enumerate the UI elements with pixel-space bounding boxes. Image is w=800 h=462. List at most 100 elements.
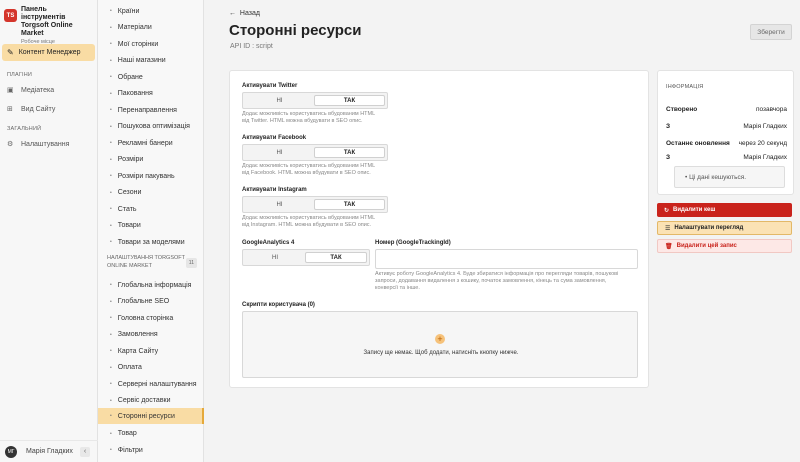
bullet-icon: • xyxy=(110,74,112,80)
settings-group-label: НАЛАШТУВАННЯ TORGSOFT ONLINE MARKET xyxy=(107,255,185,269)
user-scripts-label: Скрипти користувача (0) xyxy=(242,302,315,308)
twitter-hint: Додає можливість користуватись вбудовани… xyxy=(242,111,376,124)
bullet-icon: • xyxy=(110,239,112,245)
api-id: API ID : script xyxy=(230,43,273,50)
instagram-hint: Додає можливість користуватись вбудовани… xyxy=(242,215,376,228)
settings-group-header[interactable]: НАЛАШТУВАННЯ TORGSOFT ONLINE MARKET 11 xyxy=(107,254,197,270)
submenu-item[interactable]: • Глобальна інформація xyxy=(98,277,204,293)
image-icon: ▣ xyxy=(7,87,14,94)
back-label: Назад xyxy=(239,10,260,17)
avatar: МГ xyxy=(5,445,17,458)
submenu-item[interactable]: • Обране xyxy=(98,69,204,85)
plus-icon: + xyxy=(437,334,443,344)
bullet-icon: • xyxy=(110,298,112,305)
submenu-item[interactable]: • Глобальне SEO xyxy=(98,294,204,310)
bullet-icon: • xyxy=(110,90,112,97)
configure-view-button[interactable]: ☰ Налаштувати перегляд xyxy=(657,221,792,235)
submenu-item[interactable]: • Сезони xyxy=(98,185,204,201)
submenu-item[interactable]: • Паковання xyxy=(98,86,204,102)
submenu-item[interactable]: • Розміри xyxy=(98,152,204,168)
bullet-icon: • xyxy=(110,140,112,146)
app-logo: TS xyxy=(4,9,17,22)
bullet-icon: • xyxy=(110,331,112,338)
submenu-item[interactable]: • Товари xyxy=(98,218,204,234)
submenu-item[interactable]: • Розміри пакувань xyxy=(98,168,204,184)
save-button[interactable]: Зберегти xyxy=(750,24,792,40)
arrow-left-icon: ← xyxy=(229,10,236,17)
gear-icon: ⚙ xyxy=(7,141,14,148)
bullet-icon: • xyxy=(110,156,112,163)
submenu-item[interactable]: • Рекламні банери xyxy=(98,135,204,151)
submenu-item[interactable]: • Матеріали xyxy=(98,20,204,36)
submenu-item[interactable]: • Наші магазини xyxy=(98,53,204,69)
delete-record-button[interactable]: 🗑 Видалити цей запис xyxy=(657,239,792,253)
main-sidebar: TS Панель інструментів Torgsoft Online M… xyxy=(0,0,98,462)
info-row-created: Створено позавчора xyxy=(666,106,787,113)
refresh-icon: ↻ xyxy=(664,207,670,214)
ga4-toggle-no[interactable]: НІ xyxy=(245,252,305,263)
feather-icon: ✎ xyxy=(7,48,14,57)
submenu-item[interactable]: • Фільтри xyxy=(98,442,204,458)
edit-form: Активувати Twitter НІ ТАК Додає можливіс… xyxy=(229,70,649,388)
bullet-icon: • xyxy=(110,430,112,437)
bullet-icon: • xyxy=(110,397,112,404)
tracking-id-label: Номер (GoogleTrackingId) xyxy=(375,240,451,246)
plugins-section-label: ПЛАГІНИ xyxy=(7,72,33,78)
user-profile[interactable]: МГ Марія Гладких ‹ xyxy=(0,440,98,462)
nav-media-library[interactable]: ▣ Медіатека xyxy=(0,83,97,97)
cache-note: • Ці дані кешуються. xyxy=(674,166,785,188)
delete-cache-button[interactable]: ↻ Видалити кеш xyxy=(657,203,792,217)
user-name: Марія Гладких xyxy=(26,448,73,455)
instagram-toggle-yes[interactable]: ТАК xyxy=(314,199,385,210)
main-content: ← Назад Сторонні ресурси API ID : script… xyxy=(204,0,800,462)
submenu-item[interactable]: • Країни xyxy=(98,3,204,19)
submenu-item[interactable]: • Оплата xyxy=(98,360,204,376)
bullet-icon: • xyxy=(110,364,112,371)
bullet-icon: • xyxy=(110,413,112,419)
back-link[interactable]: ← Назад xyxy=(229,10,260,17)
collapse-sidebar-button[interactable]: ‹ xyxy=(80,446,90,457)
bullet-icon: • xyxy=(110,41,112,47)
nav-site-view[interactable]: ⊞ Вид Сайту xyxy=(0,102,97,116)
ga4-toggle-yes[interactable]: ТАК xyxy=(305,252,367,263)
add-script-button[interactable]: + xyxy=(435,334,445,344)
bullet-icon: • xyxy=(110,8,112,14)
twitter-toggle-no[interactable]: НІ xyxy=(245,95,314,106)
bullet-icon: • xyxy=(110,189,112,196)
submenu-item[interactable]: • Стать xyxy=(98,201,204,217)
bullet-icon: • xyxy=(110,206,112,212)
tracking-id-input[interactable] xyxy=(375,249,638,269)
submenu-item[interactable]: • Карта Сайту xyxy=(98,343,204,359)
submenu-item[interactable]: • Замовлення xyxy=(98,327,204,343)
app-subtitle: Робоче місце xyxy=(21,39,55,45)
twitter-toggle-yes[interactable]: ТАК xyxy=(314,95,385,106)
submenu-item[interactable]: • Сервіс доставки xyxy=(98,393,204,409)
nav-settings[interactable]: ⚙ Налаштування xyxy=(0,137,97,151)
group-count-badge: 11 xyxy=(185,258,197,268)
nav-content-manager[interactable]: ✎ Контент Менеджер xyxy=(2,44,95,61)
submenu-item[interactable]: • Пошукова оптимізація xyxy=(98,119,204,135)
submenu-item[interactable]: • Товари за моделями xyxy=(98,234,204,250)
submenu-item[interactable]: • Товар xyxy=(98,426,204,442)
facebook-label: Активувати Facebook xyxy=(242,135,307,141)
submenu-item-active[interactable]: • Сторонні ресурси xyxy=(98,408,204,424)
info-header: ІНФОРМАЦІЯ xyxy=(666,84,704,90)
instagram-toggle-no[interactable]: НІ xyxy=(245,199,314,210)
instagram-label: Активувати Instagram xyxy=(242,187,307,193)
chevron-left-icon: ‹ xyxy=(83,448,87,455)
app-title-line2: Torgsoft Online Market xyxy=(21,22,73,37)
nav-site-view-label: Вид Сайту xyxy=(21,105,56,113)
submenu-item[interactable]: • Серверні налаштування xyxy=(98,376,204,392)
info-row-created-by: З Марія Гладких xyxy=(666,123,787,130)
facebook-toggle-no[interactable]: НІ xyxy=(245,147,314,158)
submenu-item[interactable]: • Мої сторінки xyxy=(98,36,204,52)
facebook-toggle: НІ ТАК xyxy=(242,144,388,161)
list-icon: ☰ xyxy=(665,225,671,232)
submenu-item[interactable]: • Головна сторінка xyxy=(98,310,204,326)
app-brand: TS Панель інструментів Torgsoft Online M… xyxy=(0,0,97,45)
app-title-line1: Панель інструментів xyxy=(21,6,66,21)
info-row-updated-by: З Марія Гладких xyxy=(666,154,787,161)
facebook-toggle-yes[interactable]: ТАК xyxy=(314,147,385,158)
submenu-item[interactable]: • Перенаправлення xyxy=(98,102,204,118)
bullet-icon: • xyxy=(110,447,112,453)
